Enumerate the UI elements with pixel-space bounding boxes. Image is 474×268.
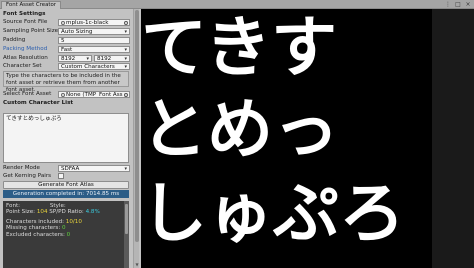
scroll-down-arrow-icon[interactable]: ▼ <box>134 262 140 268</box>
maximize-icon[interactable]: □ <box>454 1 462 8</box>
render-mode-label: Render Mode <box>3 165 40 171</box>
character-set-dropdown[interactable]: Custom Characters <box>58 63 130 70</box>
get-kerning-pairs-checkbox[interactable] <box>58 173 64 179</box>
custom-character-list-label: Custom Character List <box>3 100 74 106</box>
object-picker-icon[interactable] <box>124 21 128 25</box>
panel-scroll-thumb[interactable] <box>135 10 139 242</box>
select-font-asset-label: Select Font Asset <box>3 91 52 97</box>
font-asset-creator-window: Font Asset Creator ⋮ □ × Font Settings S… <box>0 0 474 268</box>
select-font-asset-field[interactable]: None (TMP_Font Ass <box>58 91 130 98</box>
generation-status-bar: Generation completed in: 7014.85 ms <box>3 190 129 198</box>
object-picker-icon[interactable] <box>124 93 128 97</box>
atlas-resolution-label: Atlas Resolution <box>3 55 48 61</box>
preview-margin <box>432 9 474 268</box>
atlas-height-dropdown[interactable]: 8192 <box>94 55 130 62</box>
sampling-point-size-label: Sampling Point Size <box>3 28 59 34</box>
window-controls: ⋮ □ × <box>444 1 472 8</box>
preview-line-2: とめっ <box>141 91 339 168</box>
source-font-file-label: Source Font File <box>3 19 48 25</box>
packing-method-label: Packing Method <box>3 46 48 52</box>
font-asset-icon <box>61 92 65 97</box>
kebab-menu-icon[interactable]: ⋮ <box>444 1 452 8</box>
generate-font-atlas-button[interactable]: Generate Font Atlas <box>3 181 129 189</box>
output-scroll-thumb[interactable] <box>125 204 128 234</box>
custom-character-list-textarea[interactable]: てきすとめっしゅぷろ <box>3 113 129 163</box>
preview-line-3: しゅぷろ <box>141 175 405 252</box>
font-settings-header: Font Settings <box>3 11 46 17</box>
render-mode-dropdown[interactable]: SDFAA <box>58 165 130 172</box>
output-scrollbar[interactable] <box>124 201 129 268</box>
padding-label: Padding <box>3 37 26 43</box>
tab-font-asset-creator[interactable]: Font Asset Creator <box>1 1 62 9</box>
close-icon[interactable]: × <box>464 1 472 8</box>
tab-bar: Font Asset Creator ⋮ □ × <box>0 0 474 9</box>
atlas-width-dropdown[interactable]: 8192 <box>58 55 92 62</box>
padding-field[interactable]: 5 <box>58 37 130 44</box>
font-file-icon <box>61 20 65 25</box>
packing-method-dropdown[interactable]: Fast <box>58 46 130 53</box>
settings-panel: Font Settings Source Font File mplus-1c-… <box>0 9 133 268</box>
help-box: Type the characters to be included in th… <box>3 71 129 93</box>
atlas-preview: てきす とめっ しゅぷろ <box>141 9 432 268</box>
generation-output-panel: Font: Style: Point Size: 104 SP/PD Ratio… <box>3 201 124 268</box>
sampling-point-size-dropdown[interactable]: Auto Sizing <box>58 28 130 35</box>
panel-scrollbar[interactable]: ▼ <box>133 9 139 268</box>
character-set-label: Character Set <box>3 63 42 69</box>
source-font-file-field[interactable]: mplus-1c-black <box>58 19 130 26</box>
preview-line-1: てきす <box>141 9 338 86</box>
get-kerning-pairs-label: Get Kerning Pairs <box>3 173 52 179</box>
output-excluded-line: Excluded characters: 0 <box>6 231 71 238</box>
